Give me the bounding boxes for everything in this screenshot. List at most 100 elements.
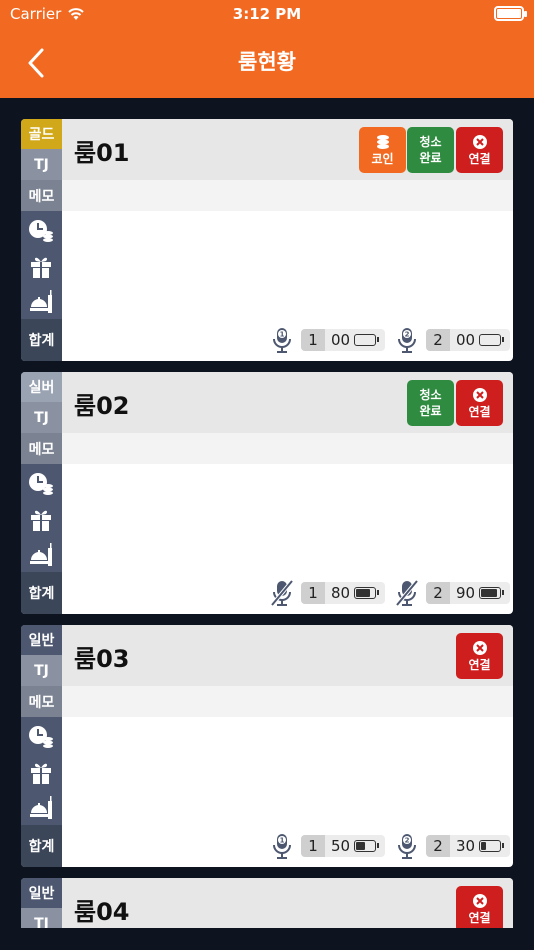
battery-icon xyxy=(494,6,527,21)
tj-label: TJ xyxy=(21,655,62,686)
room-sidebar: 일반 TJ 메모 합계 xyxy=(21,625,62,867)
close-circle-icon xyxy=(472,640,487,655)
mic-status-2: 2 90 xyxy=(394,579,510,607)
mic-2-value: 30 xyxy=(456,837,476,855)
tj-label: TJ xyxy=(21,149,62,180)
connect-button[interactable]: 연결 xyxy=(456,380,503,426)
food-drink-icon xyxy=(30,543,52,566)
status-time: 3:12 PM xyxy=(232,5,302,23)
mic-2-value: 00 xyxy=(456,331,476,349)
food-drink-icon xyxy=(30,290,52,313)
mic-2-battery-icon xyxy=(479,587,505,599)
food-drink-icon xyxy=(30,796,52,819)
svg-text:1: 1 xyxy=(280,331,285,339)
mic-2-pill: 2 90 xyxy=(426,582,510,604)
sum-label: 합계 xyxy=(21,572,62,614)
room-card-04[interactable]: 일반 TJ 룸04 연결 xyxy=(21,878,513,928)
mic-1-icon: 1 xyxy=(273,834,291,859)
coin-stack-icon xyxy=(376,134,389,149)
clean-label-2: 완료 xyxy=(419,151,442,165)
mic-2-battery-icon xyxy=(479,840,505,852)
room-name: 룸03 xyxy=(74,645,130,673)
room-name: 룸01 xyxy=(74,139,130,167)
room-card-02[interactable]: 실버 TJ 메모 합계 룸02 청소 완료 연결 1 80 2 90 xyxy=(21,372,513,614)
mic-2-value: 90 xyxy=(456,584,476,602)
memo-field[interactable] xyxy=(62,180,513,211)
sum-label: 합계 xyxy=(21,825,62,867)
clean-done-button[interactable]: 청소 완료 xyxy=(407,380,454,426)
mic-2-icon: 2 xyxy=(398,328,416,353)
connect-label: 연결 xyxy=(468,657,491,672)
coin-button[interactable]: 코인 xyxy=(359,127,406,173)
coin-label: 코인 xyxy=(371,151,394,166)
room-card-03[interactable]: 일반 TJ 메모 합계 룸03 연결 1 1 50 2 2 30 xyxy=(21,625,513,867)
time-coin-icon xyxy=(29,726,53,748)
mic-2-pill: 2 00 xyxy=(426,329,510,351)
mic-2-icon: 2 xyxy=(398,834,416,859)
mic-muted-icon xyxy=(395,579,419,607)
connect-button[interactable]: 연결 xyxy=(456,127,503,173)
connect-label: 연결 xyxy=(468,151,491,166)
gift-icon xyxy=(31,257,51,278)
room-sidebar: 골드 TJ 메모 합계 xyxy=(21,119,62,361)
memo-field[interactable] xyxy=(62,686,513,717)
tj-label: TJ xyxy=(21,402,62,433)
grade-badge: 일반 xyxy=(21,878,62,908)
mic-status-1: 1 1 50 xyxy=(269,834,385,859)
room-header: 룸03 연결 xyxy=(62,625,513,686)
nav-header: Carrier 3:12 PM 룸현황 xyxy=(0,0,534,98)
svg-text:1: 1 xyxy=(280,837,285,845)
room-card-01[interactable]: 골드 TJ 메모 합계 룸01 코인 청소 완료 연결 1 1 00 2 2 0… xyxy=(21,119,513,361)
close-circle-icon xyxy=(472,893,487,908)
mic-2-battery-icon xyxy=(479,334,505,346)
mic-1-number: 1 xyxy=(301,329,325,351)
close-circle-icon xyxy=(472,387,487,402)
mic-2-number: 2 xyxy=(426,329,450,351)
mic-status-2: 2 2 30 xyxy=(394,834,510,859)
clean-done-button[interactable]: 청소 완료 xyxy=(407,127,454,173)
connect-button[interactable]: 연결 xyxy=(456,886,503,928)
room-header: 룸02 청소 완료 연결 xyxy=(62,372,513,433)
connect-button[interactable]: 연결 xyxy=(456,633,503,679)
page-title: 룸현황 xyxy=(238,50,296,74)
mic-1-pill: 1 00 xyxy=(301,329,385,351)
clean-label-2: 완료 xyxy=(419,404,442,418)
mic-status-1: 1 80 xyxy=(269,579,385,607)
room-sidebar: 실버 TJ 메모 합계 xyxy=(21,372,62,614)
room-name: 룸02 xyxy=(74,392,130,420)
mic-1-battery-icon xyxy=(354,840,380,852)
mic-1-value: 50 xyxy=(331,837,351,855)
mic-2-pill: 2 30 xyxy=(426,835,510,857)
mic-1-pill: 1 50 xyxy=(301,835,385,857)
mic-status-1: 1 1 00 xyxy=(269,328,385,353)
mic-1-number: 1 xyxy=(301,582,325,604)
time-coin-icon xyxy=(29,473,53,495)
close-circle-icon xyxy=(472,134,487,149)
mic-1-icon: 1 xyxy=(273,328,291,353)
memo-field[interactable] xyxy=(62,433,513,464)
mic-1-battery-icon xyxy=(354,587,380,599)
mic-1-value: 00 xyxy=(331,331,351,349)
mic-status-2: 2 2 00 xyxy=(394,328,510,353)
grade-badge: 실버 xyxy=(21,372,62,402)
clean-label-1: 청소 xyxy=(419,388,442,402)
gift-icon xyxy=(31,763,51,784)
room-header: 룸01 코인 청소 완료 연결 xyxy=(62,119,513,180)
svg-text:2: 2 xyxy=(405,837,410,845)
mic-1-battery-icon xyxy=(354,334,380,346)
connect-label: 연결 xyxy=(468,404,491,419)
room-name: 룸04 xyxy=(74,898,130,926)
sum-label: 합계 xyxy=(21,319,62,361)
gift-icon xyxy=(31,510,51,531)
tj-label: TJ xyxy=(21,908,62,928)
mic-2-number: 2 xyxy=(426,835,450,857)
memo-label: 메모 xyxy=(21,433,62,464)
memo-label: 메모 xyxy=(21,180,62,211)
time-coin-icon xyxy=(29,220,53,242)
mic-1-number: 1 xyxy=(301,835,325,857)
memo-label: 메모 xyxy=(21,686,62,717)
status-bar: Carrier 3:12 PM xyxy=(0,0,534,30)
clean-label-1: 청소 xyxy=(419,135,442,149)
mic-muted-icon xyxy=(270,579,294,607)
room-sidebar: 일반 TJ xyxy=(21,878,62,928)
